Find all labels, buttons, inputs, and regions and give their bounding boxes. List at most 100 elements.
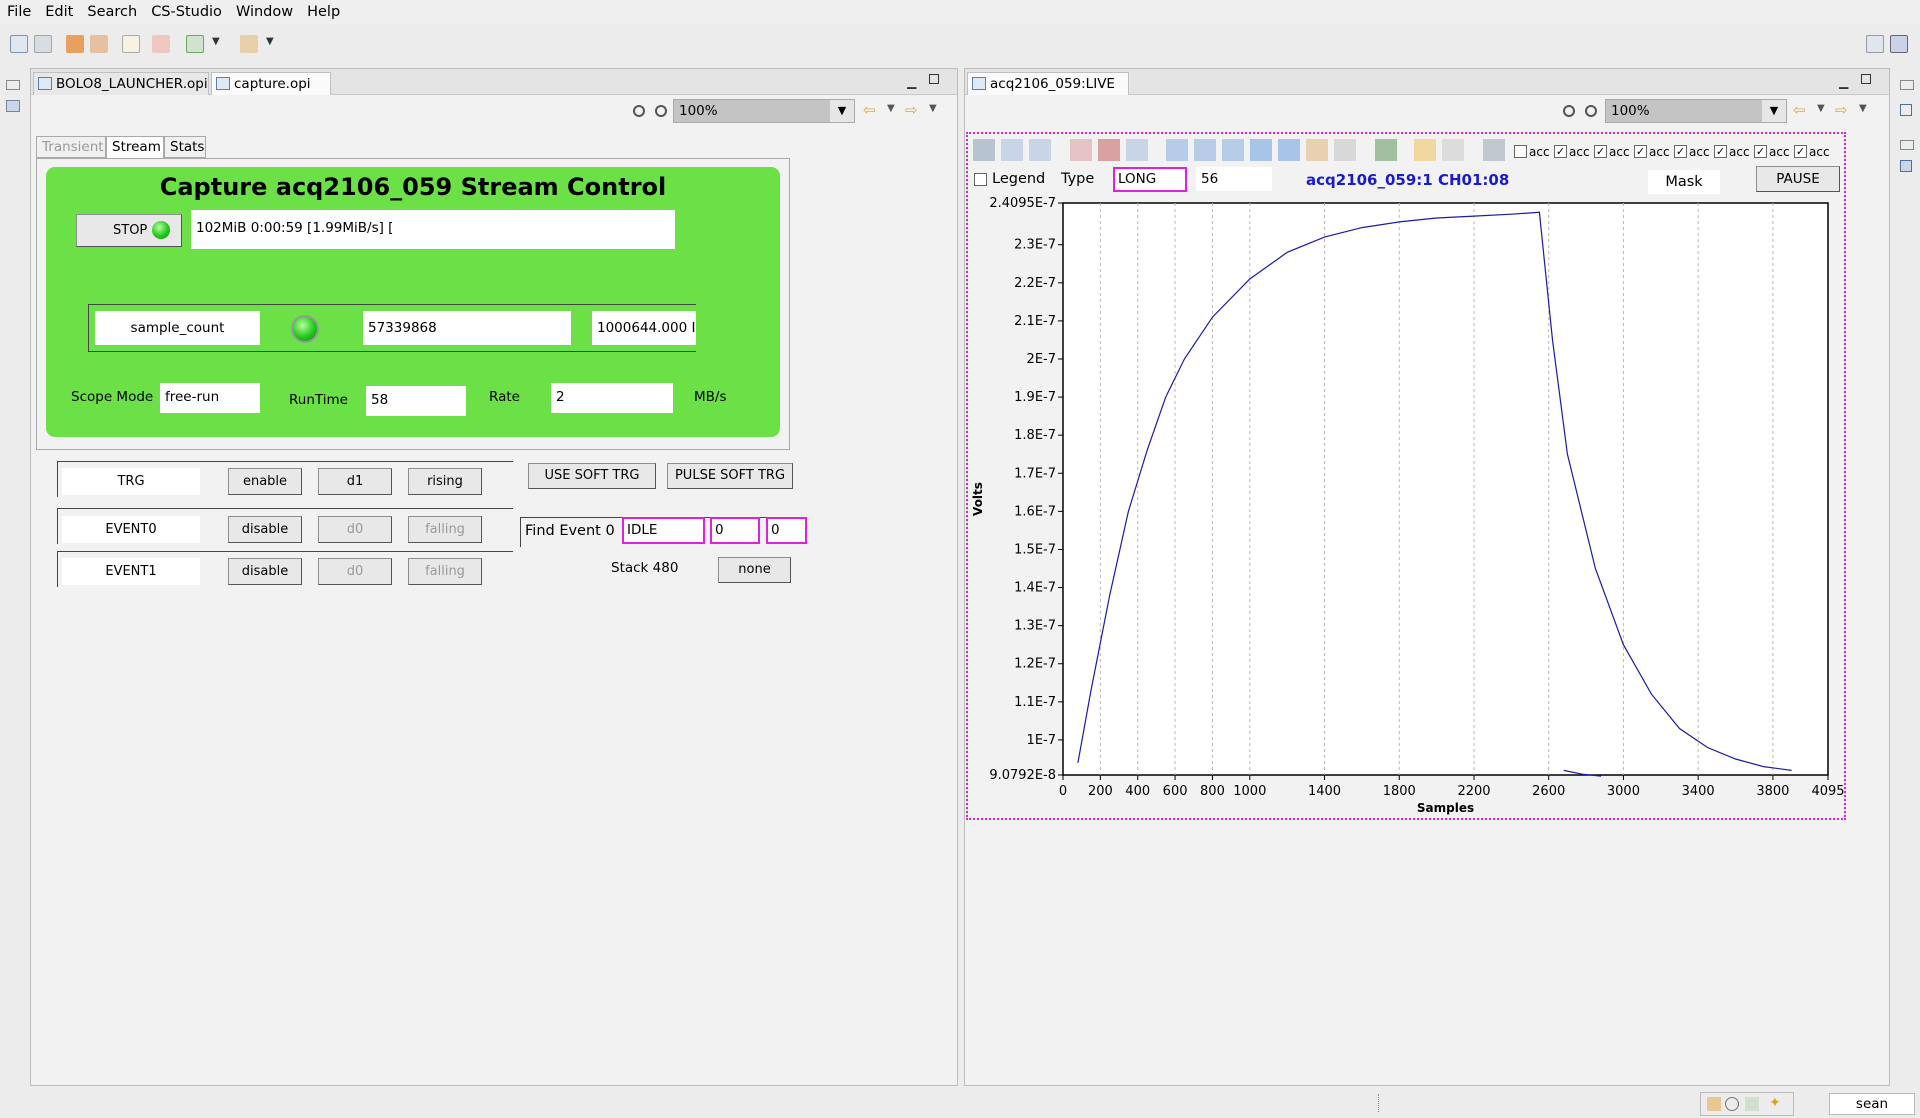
run-opi-icon[interactable] [66,35,84,53]
tab-capture-opi[interactable]: capture.opi ⊠ [211,72,331,113]
tab-stats[interactable]: Stats [164,136,206,158]
forward-arrow-icon[interactable]: ⇨ [905,101,918,119]
zoom-combo[interactable]: 100% ▼ [1605,99,1787,123]
trg-d1-button[interactable]: d1 [318,468,392,495]
chevron-down-icon[interactable]: ▼ [1859,103,1867,114]
pause-button[interactable]: PAUSE [1756,166,1840,192]
zoom-in-icon[interactable] [1563,105,1575,117]
acc-checkbox-3[interactable]: ✓ [1594,145,1607,158]
none-button[interactable]: none [718,557,791,583]
menu-help[interactable]: Help [300,0,347,24]
chevron-down-icon[interactable]: ▼ [887,103,895,114]
use-soft-trg-button[interactable]: USE SOFT TRG [528,463,656,489]
pointer-icon[interactable] [1334,139,1356,161]
type-value: LONG [1113,167,1187,192]
tab-acq2106-live[interactable]: acq2106_059:LIVE ⊠ [967,72,1129,113]
zoom-in-icon[interactable] [633,105,645,117]
rocket-icon[interactable] [240,35,258,53]
event0-d0-button[interactable]: d0 [318,516,392,543]
chevron-down-icon[interactable]: ▼ [830,100,854,122]
acc-checkbox-6[interactable]: ✓ [1714,145,1727,158]
x-tick-label: 200 [1088,784,1113,799]
forward-arrow-icon[interactable]: ⇨ [1835,101,1848,119]
horizontal-zoom-icon[interactable] [1194,139,1216,161]
acc-checkbox-7[interactable]: ✓ [1754,145,1767,158]
trg-enable-button[interactable]: enable [228,468,302,495]
new-opi-icon[interactable] [122,35,140,53]
add-annotation-icon[interactable] [1001,139,1023,161]
chevron-down-icon[interactable]: ▼ [929,103,937,114]
acc-checkbox-4[interactable]: ✓ [1634,145,1647,158]
chevron-down-icon[interactable]: ▼ [1817,103,1825,114]
menu-file[interactable]: File [0,0,38,24]
tab-bolo8-launcher[interactable]: BOLO8_LAUNCHER.opi [33,72,209,95]
chart-icon[interactable] [1745,1097,1759,1111]
edit-opi-icon[interactable] [90,35,108,53]
snapshot-icon[interactable] [1483,139,1505,161]
event0-falling-button[interactable]: falling [408,516,482,543]
legend-checkbox[interactable] [974,173,987,186]
event1-falling-button[interactable]: falling [408,558,482,585]
chart-tool-icon[interactable] [186,35,204,53]
menu-edit[interactable]: Edit [38,0,80,24]
channel-number-field[interactable]: 56 [1196,167,1272,191]
clock-icon[interactable] [1725,1097,1739,1111]
maximize-icon[interactable] [929,74,939,84]
tab-stream[interactable]: Stream [106,136,164,159]
open-perspective-icon[interactable] [1866,35,1884,53]
back-arrow-icon[interactable]: ⇦ [863,101,876,119]
acc-checkbox-2[interactable]: ✓ [1554,145,1567,158]
back-arrow-icon[interactable]: ⇦ [1793,101,1806,119]
acc-checkbox-1[interactable] [1514,145,1527,158]
minimize-icon[interactable]: ▁ [907,75,916,89]
menu-bar: File Edit Search CS-Studio Window Help [0,0,1920,24]
acc-checkbox-8[interactable]: ✓ [1794,145,1807,158]
stagger-icon[interactable] [1126,139,1148,161]
scope-mode-field[interactable]: free-run [160,383,260,413]
save-icon[interactable] [34,35,52,53]
alarm-icon[interactable] [1707,1097,1721,1111]
vertical-zoom-icon[interactable] [1222,139,1244,161]
pulse-soft-trg-button[interactable]: PULSE SOFT TRG [667,463,793,489]
event0-disable-button[interactable]: disable [228,516,302,543]
zoom-out-icon[interactable] [1585,105,1597,117]
menu-search[interactable]: Search [80,0,144,24]
minimize-icon[interactable]: ▁ [1839,75,1848,89]
pan-hand-icon[interactable] [1306,139,1328,161]
view-icon[interactable] [6,100,20,112]
autoscale-icon[interactable] [1098,139,1120,161]
zoom-out-icon[interactable] [655,105,667,117]
event1-d0-button[interactable]: d0 [318,558,392,585]
zoom-combo[interactable]: 100% ▼ [673,99,855,123]
outline-icon[interactable] [1900,104,1912,116]
configure-icon[interactable] [973,139,995,161]
remove-annotation-icon[interactable] [1029,139,1051,161]
restore-icon[interactable] [1900,80,1914,90]
acc-checkbox-5[interactable]: ✓ [1674,145,1687,158]
zoom-in-icon[interactable] [1250,139,1272,161]
maximize-icon[interactable] [1861,74,1871,84]
chevron-down-icon[interactable]: ▼ [212,36,220,47]
tab-transient[interactable]: Transient [36,136,106,158]
trg-rising-button[interactable]: rising [408,468,482,495]
menu-window[interactable]: Window [229,0,300,24]
probe-icon[interactable] [152,35,170,53]
chevron-down-icon[interactable]: ▼ [266,36,274,47]
menu-cs-studio[interactable]: CS-Studio [144,0,229,24]
restore-icon[interactable] [1900,140,1914,150]
zoom-out-icon[interactable] [1278,139,1300,161]
event1-disable-button[interactable]: disable [228,558,302,585]
perspective-icon[interactable] [1890,35,1908,53]
new-file-icon[interactable] [10,35,28,53]
redo-icon[interactable] [1442,139,1464,161]
chevron-down-icon[interactable]: ▼ [1762,100,1786,122]
x-tick-label: 1800 [1383,784,1416,799]
waveform-chart[interactable]: 0 200 400 600 800 1000 1400 1800 2200 2600 3000 340… [966,195,1846,820]
axis-icon[interactable] [1070,139,1092,161]
restore-icon[interactable] [6,80,20,90]
console-icon[interactable] [1900,160,1912,172]
star-icon[interactable]: ✦ [1769,1095,1781,1111]
clear-icon[interactable] [1375,139,1397,161]
rubberband-zoom-icon[interactable] [1166,139,1188,161]
undo-icon[interactable] [1414,139,1436,161]
